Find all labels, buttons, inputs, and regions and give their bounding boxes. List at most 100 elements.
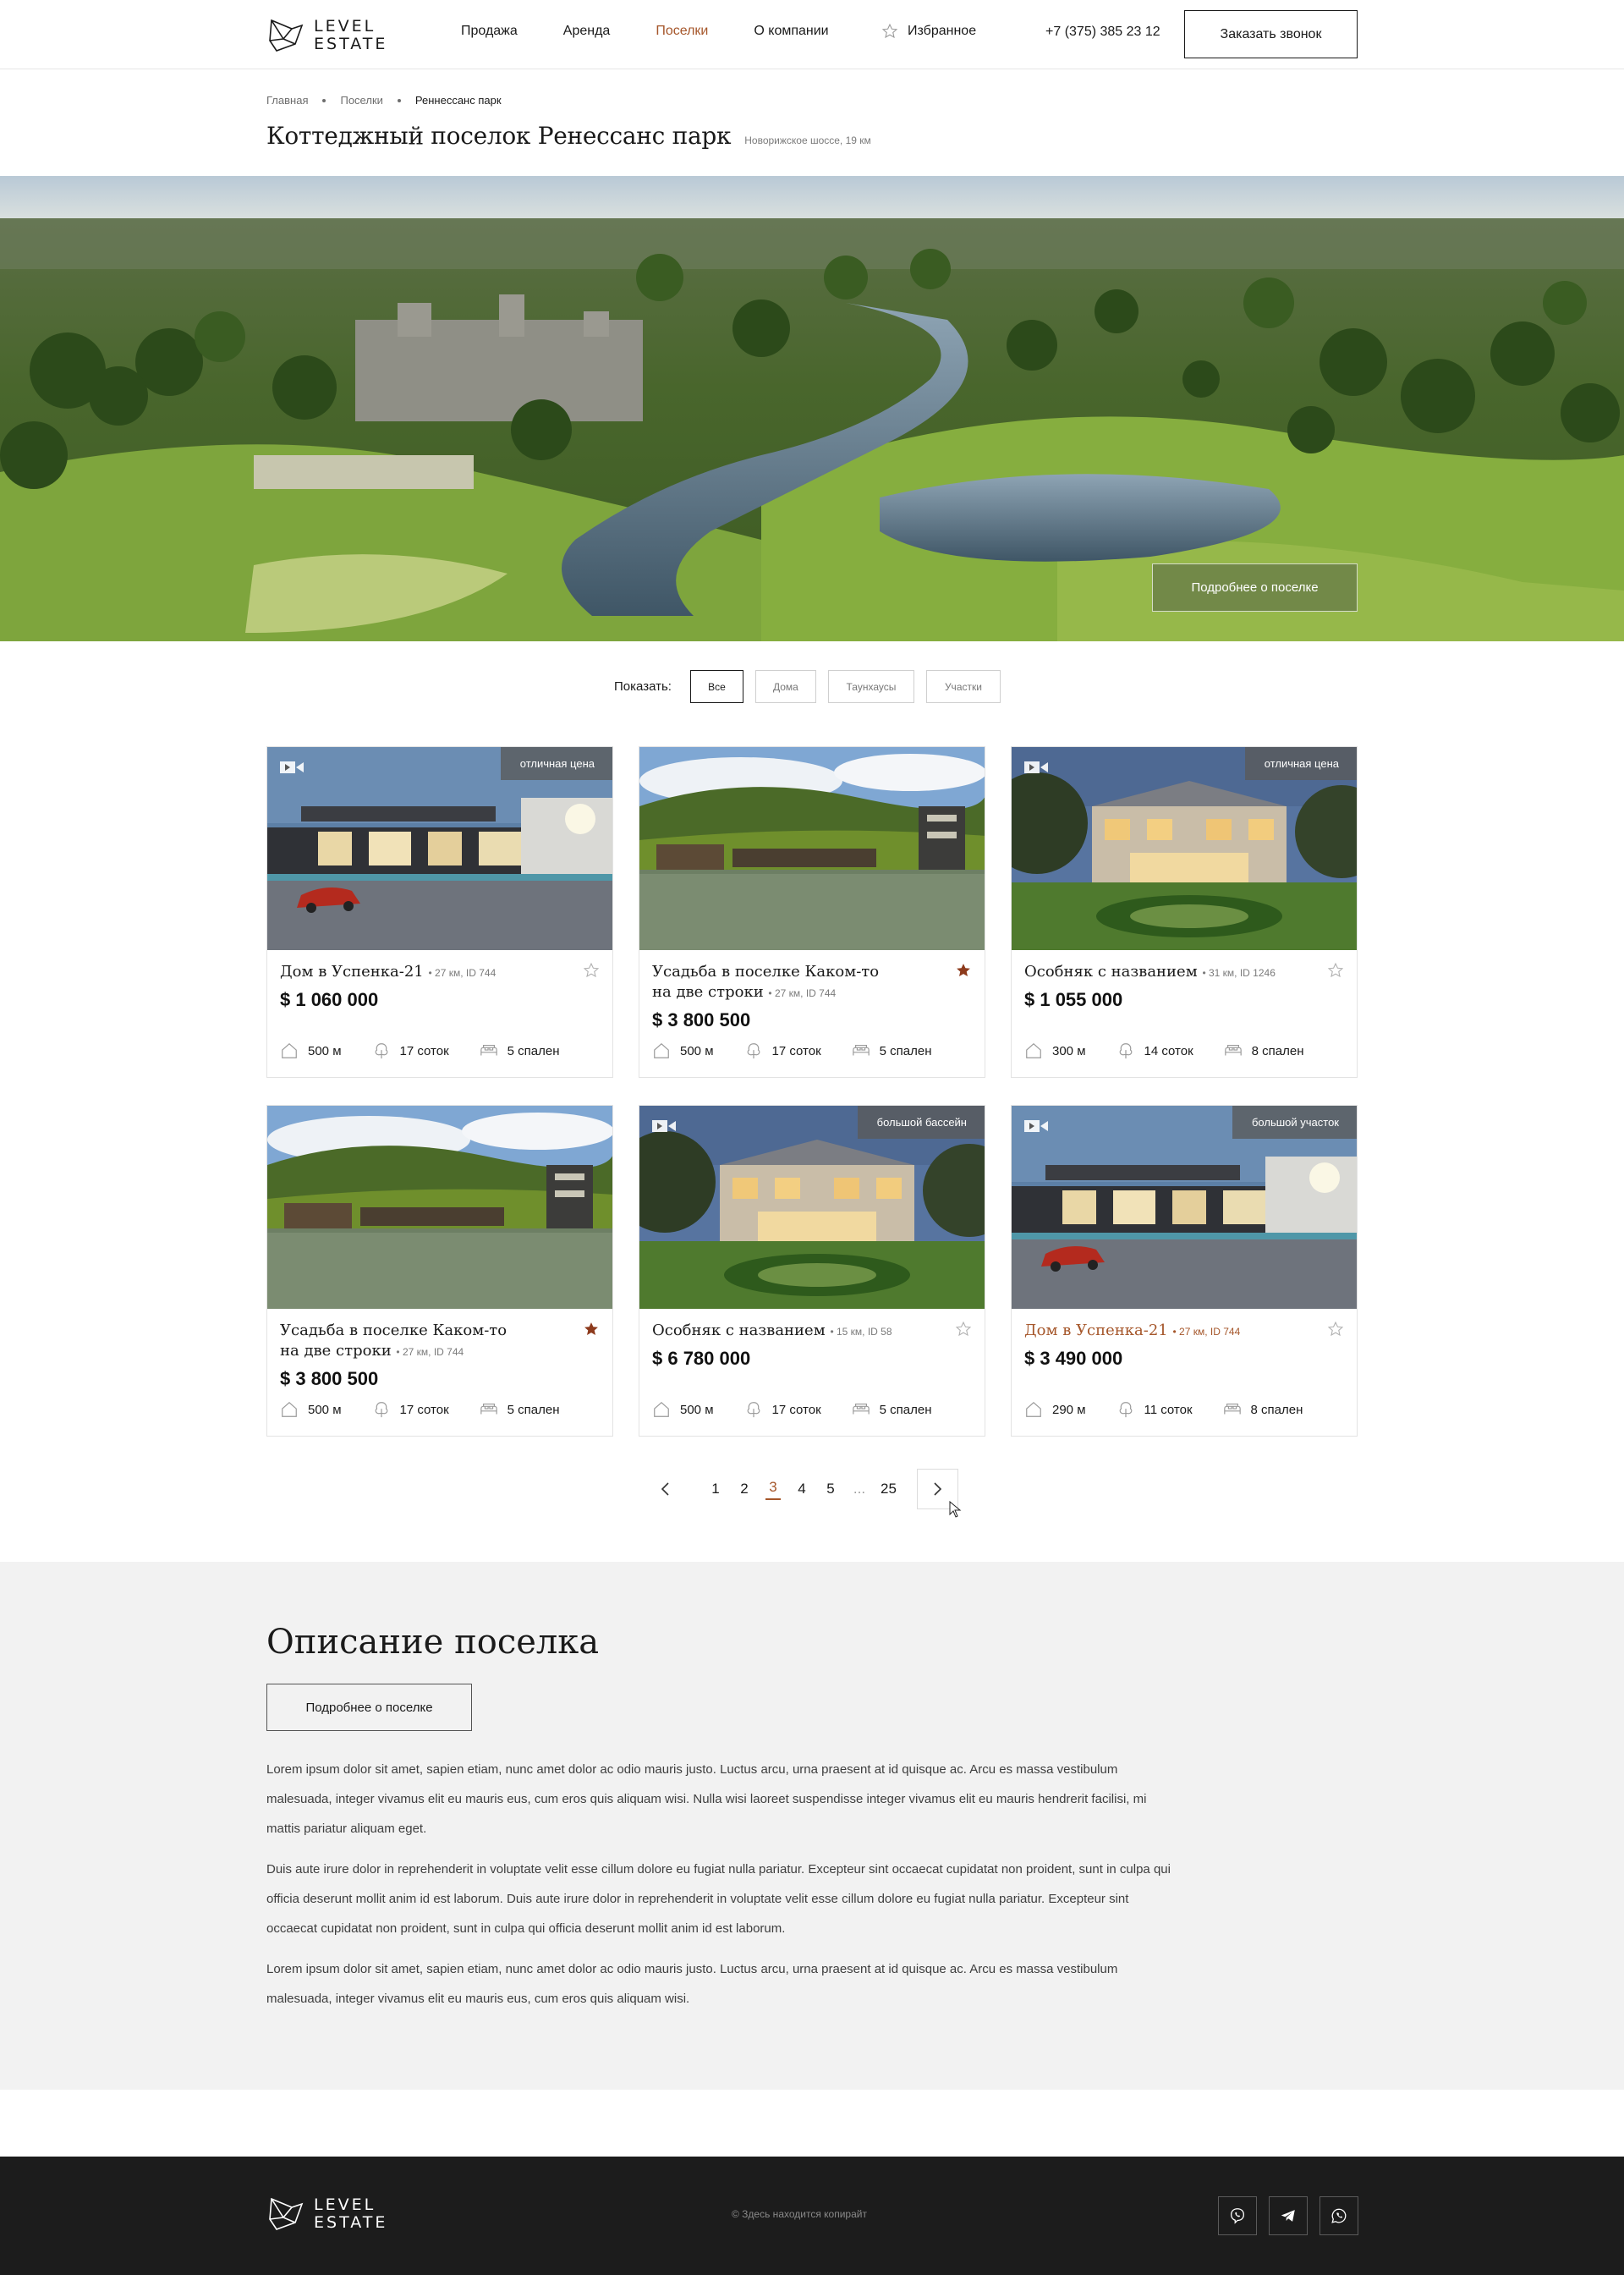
favorites-link[interactable]: Избранное [881,23,976,40]
listing-photo[interactable] [267,1106,612,1309]
description-heading: Описание поселка [266,1623,600,1662]
breadcrumb-current: Реннессанс парк [414,94,502,107]
site-footer: LEVEL ESTATE © Здесь находится копирайт [0,2157,1624,2275]
logo-mark-icon [269,2197,304,2230]
listing-meta: • 31 км, ID 1246 [1202,967,1276,979]
page-ellipsis: ... [853,1481,866,1497]
feature-area: 300 м [1024,1041,1086,1060]
village-description-section: Описание поселка Подробнее о поселке Lor… [0,1562,1624,2090]
listing-card[interactable]: отличная цена Особняк с названием • 31 к… [1011,746,1358,1078]
plot-tree-icon [375,1043,387,1059]
listing-info: Усадьба в поселке Каком-то на две строки … [652,962,944,1003]
listing-features: 500 м 17 соток 5 спален [652,1400,963,1419]
breadcrumb-villages[interactable]: Поселки [340,94,382,107]
phone-link[interactable]: +7 (375) 385 23 12 [1045,25,1160,40]
star-filled-icon[interactable] [583,1321,600,1338]
whatsapp-icon [1331,2208,1347,2223]
listing-title[interactable]: Особняк с названием • 15 км, ID 58 [652,1321,944,1342]
description-more-button[interactable]: Подробнее о поселке [266,1684,472,1731]
listing-price: $ 3 800 500 [652,1009,751,1030]
house-area-icon [1026,1042,1041,1058]
footer-logo[interactable]: LEVEL ESTATE [266,2194,387,2234]
plot-tree-icon [747,1043,760,1059]
listing-badge: отличная цена [1244,747,1357,780]
listing-title[interactable]: Усадьба в поселке Каком-то на две строки … [652,962,944,1003]
breadcrumb-home[interactable]: Главная [266,94,308,107]
listing-meta: • 27 км, ID 744 [1172,1326,1241,1338]
property-photo-illustration [267,1106,612,1309]
listing-title[interactable]: Дом в Успенка-21 • 27 км, ID 744 [280,962,572,983]
page-3-current[interactable]: 3 [765,1479,781,1500]
callback-button[interactable]: Заказать звонок [1184,10,1358,58]
house-area-icon [654,1042,669,1058]
listing-card[interactable]: отличная цена Дом в Успенка-21 • 27 км, … [266,746,613,1078]
filter-townhouses[interactable]: Таунхаусы [827,670,914,703]
aerial-estate-illustration [0,176,1624,641]
listing-info: Особняк с названием • 15 км, ID 58 [652,1321,944,1342]
listing-meta: • 27 км, ID 744 [428,967,497,979]
listing-title[interactable]: Дом в Успенка-21 • 27 км, ID 744 [1024,1321,1316,1342]
logo-mark-icon [269,19,304,52]
listing-title[interactable]: Особняк с названием • 31 км, ID 1246 [1024,962,1316,983]
listing-meta: • 27 км, ID 744 [768,987,837,999]
listing-price: $ 1 055 000 [1024,989,1123,1010]
feature-plot: 17 соток [744,1041,821,1060]
nav-villages[interactable]: Поселки [656,24,708,39]
listing-info: Особняк с названием • 31 км, ID 1246 [1024,962,1316,983]
page-2[interactable]: 2 [737,1481,752,1497]
listing-card[interactable]: большой участок Дом в Успенка-21 • 27 км… [1011,1105,1358,1437]
page-5[interactable]: 5 [823,1481,838,1497]
page-4[interactable]: 4 [794,1481,809,1497]
viber-button[interactable] [1218,2196,1257,2235]
listing-features: 300 м 14 соток 8 спален [1024,1041,1335,1060]
listing-badge: большой участок [1232,1106,1357,1139]
nav-sale[interactable]: Продажа [461,24,518,39]
listing-photo[interactable]: отличная цена [1012,747,1357,950]
listing-photo[interactable]: большой бассейн [639,1106,985,1309]
feature-area: 500 м [652,1041,714,1060]
listing-features: 500 м 17 соток 5 спален [280,1041,590,1060]
star-outline-icon[interactable] [1327,1321,1344,1338]
feature-area: 500 м [652,1400,714,1419]
bed-icon [852,1403,870,1415]
property-photo-illustration [639,747,985,950]
listing-photo[interactable] [639,747,985,950]
listing-card[interactable]: Усадьба в поселке Каком-то на две строки … [266,1105,613,1437]
hero-more-button[interactable]: Подробнее о поселке [1152,563,1358,612]
listing-title[interactable]: Усадьба в поселке Каком-то на две строки … [280,1321,572,1362]
star-outline-icon[interactable] [1327,962,1344,979]
nav-about[interactable]: О компании [754,24,828,39]
feature-plot: 17 соток [372,1041,449,1060]
whatsapp-button[interactable] [1320,2196,1358,2235]
star-filled-icon[interactable] [955,962,972,979]
video-tour-icon [280,761,304,773]
pagination-prev[interactable] [651,1469,680,1509]
listing-features: 290 м 11 соток 8 спален [1024,1400,1333,1419]
telegram-button[interactable] [1269,2196,1308,2235]
listing-badge: отличная цена [500,747,612,780]
page-1[interactable]: 1 [708,1481,723,1497]
pagination: 1 2 3 4 5 ... 25 [651,1469,958,1509]
filter-houses[interactable]: Дома [754,670,816,703]
filter-all[interactable]: Все [689,670,743,703]
plot-tree-icon [1119,1402,1132,1418]
telegram-icon [1281,2210,1295,2222]
listing-card[interactable]: большой бассейн Особняк с названием • 15… [639,1105,985,1437]
filter-label: Показать: [614,679,672,694]
feature-bedrooms: 5 спален [480,1041,560,1060]
listing-photo[interactable]: большой участок [1012,1106,1357,1309]
listing-card[interactable]: Усадьба в поселке Каком-то на две строки … [639,746,985,1078]
bed-icon [1223,1403,1241,1415]
video-tour-icon [652,1120,676,1132]
filter-plots[interactable]: Участки [925,670,1001,703]
site-logo[interactable]: LEVEL ESTATE [266,14,402,58]
listing-photo[interactable]: отличная цена [267,747,612,950]
feature-plot: 17 соток [372,1400,449,1419]
listing-meta: • 27 км, ID 744 [396,1346,464,1358]
star-outline-icon[interactable] [583,962,600,979]
star-outline-icon[interactable] [955,1321,972,1338]
page-25[interactable]: 25 [881,1481,897,1497]
feature-plot: 11 соток [1116,1400,1193,1419]
nav-rent[interactable]: Аренда [563,24,611,39]
listing-features: 500 м 17 соток 5 спален [652,1041,963,1060]
